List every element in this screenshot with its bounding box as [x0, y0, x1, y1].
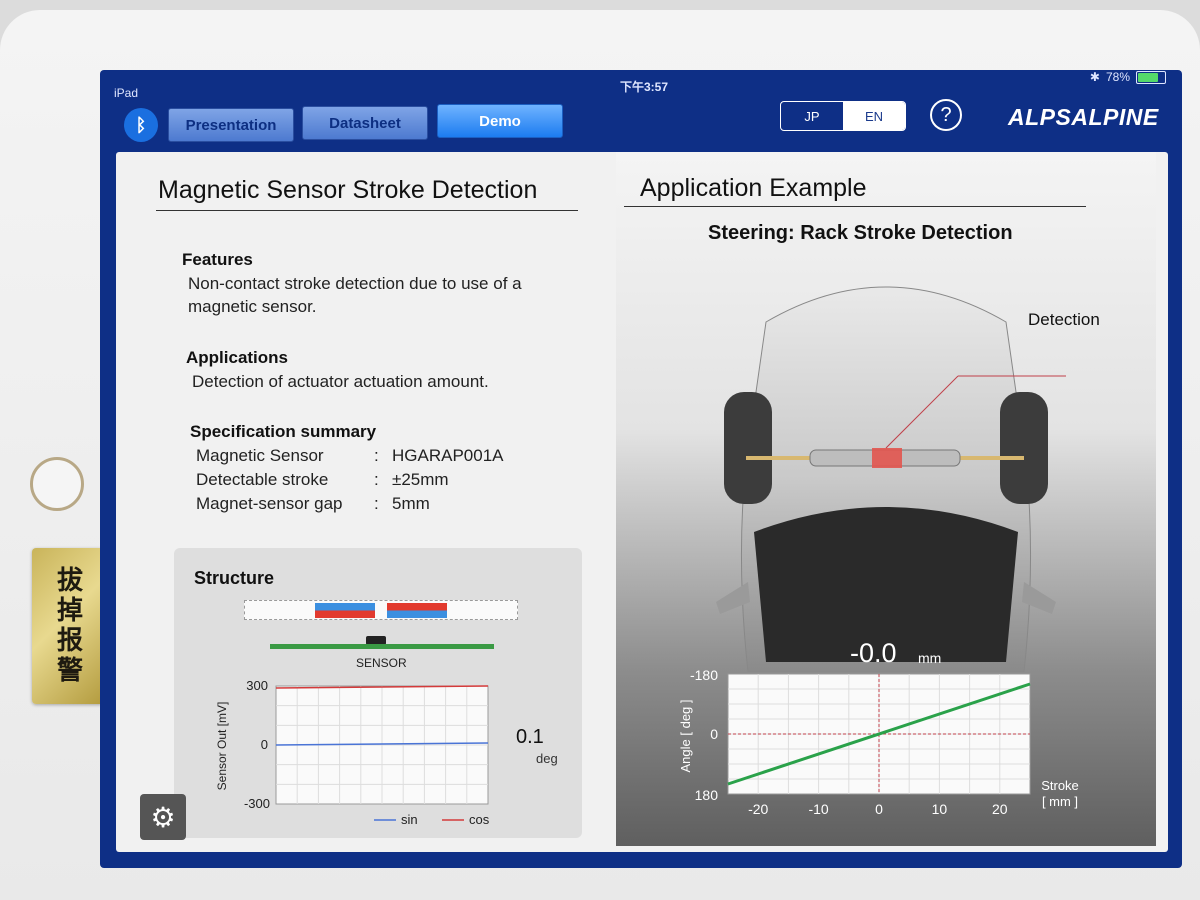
- angle-xtick: 10: [932, 801, 948, 817]
- spec-sep: :: [374, 446, 379, 465]
- spec-value: ±25mm: [392, 470, 449, 489]
- stroke-unit: mm: [918, 650, 942, 666]
- spec-sep: :: [374, 470, 379, 489]
- spec-heading: Specification summary: [190, 422, 377, 441]
- spec-value: HGARAP001A: [392, 446, 504, 465]
- spec-key: Magnet-sensor gap: [196, 494, 343, 513]
- sensor-board: [270, 644, 494, 649]
- gear-icon: ⚙: [150, 801, 176, 833]
- title-divider: [156, 210, 578, 211]
- angle-ytick: 0: [710, 726, 718, 742]
- gold-label-sticker: 拔掉报警: [32, 548, 104, 704]
- language-toggle: JP EN: [780, 101, 906, 131]
- application-subtitle: Steering: Rack Stroke Detection: [708, 222, 1013, 244]
- magnet-segment: [315, 603, 375, 618]
- applications-heading: Applications: [186, 348, 289, 367]
- lang-jp-button[interactable]: JP: [781, 102, 843, 130]
- bluetooth-status-icon: ✱: [1089, 70, 1100, 84]
- angle-stroke-chart: -180 0 180 Angle [ deg ] -20 -10 0 10 20 Str…: [678, 670, 1079, 817]
- sensor-readout-unit: deg: [536, 751, 558, 766]
- sensor-ylabel: Sensor Out [mV]: [215, 702, 229, 791]
- status-time: 下午3:57: [620, 80, 669, 94]
- legend-sin-label: sin: [401, 812, 418, 827]
- spec-value: 5mm: [392, 494, 430, 513]
- structure-title: Structure: [194, 568, 275, 588]
- bluetooth-button[interactable]: ᛒ: [124, 108, 158, 142]
- tab-presentation[interactable]: Presentation: [168, 108, 294, 142]
- features-text-2: magnetic sensor.: [188, 297, 317, 316]
- ipad-screen: iPad 下午3:57 ✱ 78% ᛒ Presentation Datashe…: [100, 70, 1182, 868]
- content-area: Magnetic Sensor Stroke Detection Feature…: [116, 152, 1168, 852]
- magnet-strip: [244, 600, 518, 620]
- features-text-1: Non-contact stroke detection due to use …: [188, 274, 522, 293]
- structure-panel: Structure SENSOR 300 0 -300 Sensor Out […: [174, 548, 582, 838]
- spec-key: Detectable stroke: [196, 470, 329, 489]
- angle-ytick: 180: [695, 787, 719, 803]
- car-wheel-right: [1000, 392, 1048, 504]
- sensor-ytick: 300: [246, 678, 268, 693]
- legend-cos-label: cos: [469, 812, 490, 827]
- spec-row: Detectable stroke: ±25mm: [196, 470, 449, 490]
- tab-demo[interactable]: Demo: [437, 104, 563, 138]
- features-heading: Features: [182, 250, 253, 269]
- sensor-label: SENSOR: [356, 656, 407, 670]
- brand-logo: ALPSALPINE: [1008, 104, 1159, 130]
- sensor-ytick: -300: [244, 796, 270, 811]
- bluetooth-icon: ᛒ: [135, 114, 147, 135]
- detection-sensor: [872, 448, 902, 468]
- battery-percent: 78%: [1105, 70, 1130, 84]
- spec-key: Magnetic Sensor: [196, 446, 324, 465]
- detection-label: Detection: [1028, 310, 1100, 329]
- angle-xlabel-unit: [ mm ]: [1042, 794, 1078, 809]
- car-wheel-left: [724, 392, 772, 504]
- application-title-divider: [624, 206, 1086, 207]
- angle-ylabel: Angle [ deg ]: [678, 700, 693, 773]
- sensor-readout-value: 0.1: [516, 726, 544, 748]
- car-illustration: [716, 286, 1066, 672]
- lang-en-button[interactable]: EN: [843, 102, 905, 130]
- status-bar: iPad 下午3:57 ✱ 78%: [100, 70, 1182, 100]
- tab-datasheet[interactable]: Datasheet: [302, 106, 428, 140]
- application-panel: Application Example Steering: Rack Strok…: [616, 152, 1156, 846]
- page-title: Magnetic Sensor Stroke Detection: [158, 176, 538, 204]
- sensor-output-chart: 300 0 -300 Sensor Out [mV] sin cos: [215, 678, 490, 827]
- battery-icon: [1136, 70, 1166, 84]
- angle-xtick: 0: [875, 801, 883, 817]
- toolbar: ᛒ Presentation Datasheet Demo JP EN ? AL…: [100, 94, 1182, 150]
- magnet-segment: [387, 603, 447, 618]
- angle-xticks: -20 -10 0 10 20: [748, 801, 1008, 817]
- angle-xtick: 20: [992, 801, 1008, 817]
- stroke-value: -0.0: [850, 638, 897, 668]
- help-button[interactable]: ?: [930, 99, 962, 131]
- home-button[interactable]: [30, 457, 84, 511]
- applications-text: Detection of actuator actuation amount.: [192, 372, 489, 391]
- angle-ytick: -180: [690, 670, 718, 683]
- application-title: Application Example: [640, 174, 867, 202]
- spec-row: Magnet-sensor gap:5mm: [196, 494, 430, 514]
- spec-sep: :: [374, 494, 379, 513]
- angle-xtick: -10: [808, 801, 828, 817]
- status-right: ✱ 78%: [1090, 70, 1166, 84]
- spec-row: Magnetic Sensor: HGARAP001A: [196, 446, 504, 466]
- settings-button[interactable]: ⚙: [140, 794, 186, 840]
- angle-xtick: -20: [748, 801, 768, 817]
- angle-xlabel: Stroke: [1041, 778, 1079, 793]
- sensor-ytick: 0: [261, 737, 268, 752]
